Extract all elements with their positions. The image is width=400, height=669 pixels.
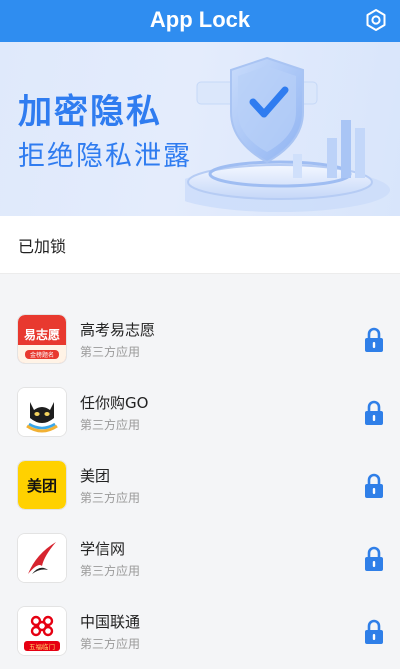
- app-name: 学信网: [80, 540, 126, 558]
- list-item[interactable]: 五福临门 中国联通 第三方应用: [0, 596, 400, 669]
- app-title: App Lock: [149, 7, 251, 32]
- list-item[interactable]: 易志愿 金榜题名 高考易志愿 第三方应用: [0, 304, 400, 377]
- icon-badge: 金榜题名: [30, 351, 54, 359]
- locked-app-list: 易志愿 金榜题名 高考易志愿 第三方应用 任你购GO 第三方应用 美团 美团 第…: [0, 304, 400, 669]
- app-type: 第三方应用: [80, 345, 141, 359]
- icon-badge: 五福临门: [29, 642, 55, 651]
- meituan-app-icon: 美团: [18, 461, 66, 509]
- app-type: 第三方应用: [80, 418, 141, 432]
- lock-icon[interactable]: [363, 400, 385, 426]
- app-name: 任你购GO: [80, 394, 149, 412]
- lock-icon[interactable]: [363, 473, 385, 499]
- app-type: 第三方应用: [80, 564, 141, 578]
- app-name: 美团: [80, 467, 111, 485]
- banner-headline: 加密隐私: [18, 92, 162, 132]
- gaokao-app-icon: 易志愿 金榜题名: [18, 315, 66, 363]
- section-title: 已加锁: [18, 237, 67, 256]
- list-item[interactable]: 任你购GO 第三方应用: [0, 377, 400, 450]
- cat-app-icon: [18, 388, 66, 436]
- app-header: App Lock: [0, 0, 400, 42]
- lock-icon[interactable]: [363, 327, 385, 353]
- unicom-app-icon: 五福临门: [18, 607, 66, 655]
- app-type: 第三方应用: [80, 637, 141, 651]
- icon-text: 美团: [27, 477, 57, 495]
- locked-section-header: 已加锁: [0, 216, 400, 274]
- privacy-banner: 加密隐私 拒绝隐私泄露: [0, 42, 400, 216]
- lock-icon[interactable]: [363, 546, 385, 572]
- icon-text: 易志愿: [24, 327, 60, 342]
- gear-icon[interactable]: [364, 8, 388, 32]
- xuexin-app-icon: [18, 534, 66, 582]
- lock-icon[interactable]: [363, 619, 385, 645]
- banner-subheadline: 拒绝隐私泄露: [18, 141, 192, 172]
- list-item[interactable]: 学信网 第三方应用: [0, 523, 400, 596]
- app-name: 高考易志愿: [80, 321, 156, 339]
- shield-illustration: [185, 56, 390, 212]
- app-name: 中国联通: [80, 613, 141, 631]
- app-type: 第三方应用: [80, 491, 141, 505]
- list-item[interactable]: 美团 美团 第三方应用: [0, 450, 400, 523]
